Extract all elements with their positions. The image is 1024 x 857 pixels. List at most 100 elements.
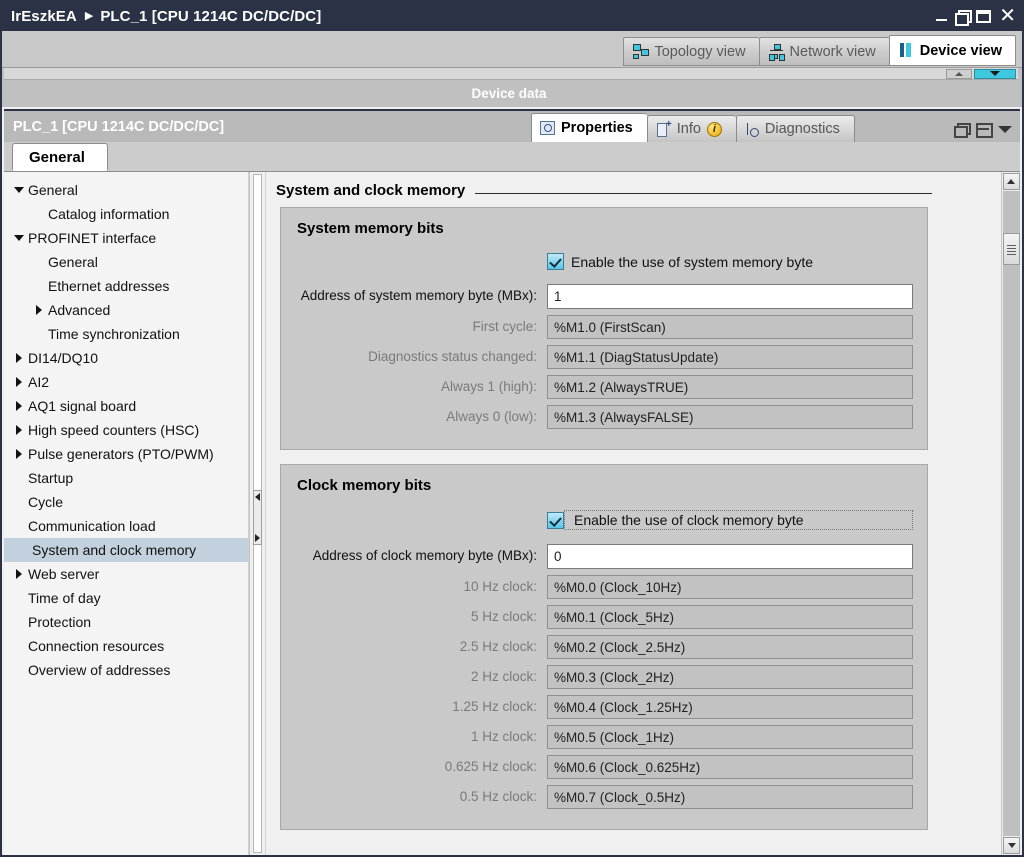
caret-down-icon [990,71,1000,76]
pane-chevron-down-icon[interactable] [998,125,1012,133]
clock-memory-bit-value: %M0.6 (Clock_0.625Hz) [547,755,913,779]
system-memory-bit-row: Always 1 (high): %M1.2 (AlwaysTRUE) [297,375,913,399]
system-memory-bit-value: %M1.0 (FirstScan) [547,315,913,339]
minimize-button[interactable] [935,10,948,23]
sidebar-item-label: Advanced [48,302,111,318]
sidebar-item-profinet-interface[interactable]: PROFINET interface [4,226,248,250]
navigation-tree[interactable]: General Catalog information PROFINET inter… [4,172,249,855]
system-memory-address-input[interactable]: 1 [547,284,913,309]
enable-system-memory-checkbox[interactable] [547,253,564,270]
pane-restore-icon[interactable] [954,123,971,138]
arrow-left-icon[interactable] [255,493,260,501]
sidebar-item-label: System and clock memory [28,541,201,559]
twisty-expanded-icon[interactable] [10,235,28,241]
scrollbar-track[interactable] [1003,191,1020,836]
pane-split-icon[interactable] [976,123,993,138]
clock-memory-bit-row: 0.5 Hz clock: %M0.7 (Clock_0.5Hz) [297,785,913,809]
expand-down-button[interactable] [974,68,1016,79]
sidebar-item-pulse-generators-pto-pwm[interactable]: Pulse generators (PTO/PWM) [4,442,248,466]
twisty-collapsed-icon[interactable] [10,353,28,363]
restore-button[interactable] [955,10,973,26]
tab-network-view[interactable]: Network view [758,37,889,66]
topology-icon [633,44,650,59]
sidebar-item-general[interactable]: General [4,250,248,274]
sidebar-item-time-of-day[interactable]: Time of day [4,586,248,610]
clock-memory-address-input[interactable]: 0 [547,544,913,569]
system-memory-bits-group: System memory bits Enable the use of sys… [280,207,928,450]
maximize-button[interactable] [976,10,992,23]
sidebar-item-system-and-clock-memory[interactable]: System and clock memory [4,538,248,562]
clock-memory-bit-rows: 10 Hz clock: %M0.0 (Clock_10Hz) 5 Hz clock… [297,575,913,809]
tab-device-view[interactable]: Device view [888,35,1016,66]
clock-memory-bit-row: 0.625 Hz clock: %M0.6 (Clock_0.625Hz) [297,755,913,779]
tab-diagnostics[interactable]: Diagnostics [735,115,855,142]
clock-memory-bit-row: 5 Hz clock: %M0.1 (Clock_5Hz) [297,605,913,629]
clock-memory-bit-label: 0.625 Hz clock: [444,758,537,774]
enable-clock-memory-focus-ring: Enable the use of clock memory byte [564,510,913,530]
properties-object-title: PLC_1 [CPU 1214C DC/DC/DC] [13,119,225,135]
device-data-splitter[interactable] [4,68,1018,80]
arrow-right-icon[interactable] [255,534,260,542]
sidebar-item-high-speed-counters-hsc[interactable]: High speed counters (HSC) [4,418,248,442]
window-controls: ✕ [935,2,1016,31]
tab-general[interactable]: General [12,143,108,171]
sidebar-item-web-server[interactable]: Web server [4,562,248,586]
scroll-down-button[interactable] [1003,837,1020,854]
clock-memory-bit-label: 5 Hz clock: [470,608,537,624]
clock-memory-bit-value: %M0.5 (Clock_1Hz) [547,725,913,749]
sidebar-item-ai2[interactable]: AI2 [4,370,248,394]
sidebar-item-ethernet-addresses[interactable]: Ethernet addresses [4,274,248,298]
sidebar-item-label: DI14/DQ10 [28,350,99,366]
twisty-collapsed-icon[interactable] [10,449,28,459]
sidebar-item-overview-of-addresses[interactable]: Overview of addresses [4,658,248,682]
sidebar-item-startup[interactable]: Startup [4,466,248,490]
page-title: System and clock memory [276,182,466,199]
sidebar-item-catalog-information[interactable]: Catalog information [4,202,248,226]
clock-memory-bit-label: 1.25 Hz clock: [452,698,537,714]
tab-topology-view[interactable]: Topology view [623,37,759,66]
tab-network-view-label: Network view [789,43,876,60]
sidebar-item-general[interactable]: General [4,178,248,202]
system-memory-address-label: Address of system memory byte (MBx): [300,288,537,304]
twisty-collapsed-icon[interactable] [10,569,28,579]
tia-portal-window: IrEszkEA ▶ PLC_1 [CPU 1214C DC/DC/DC] ✕ … [0,0,1024,857]
scroll-up-button[interactable] [1002,173,1020,190]
content-scrollbar[interactable] [1001,172,1020,855]
system-memory-bits-title: System memory bits [297,220,444,237]
twisty-collapsed-icon[interactable] [10,425,28,435]
twisty-collapsed-icon[interactable] [30,305,48,315]
sidebar-item-label: AQ1 signal board [28,398,137,414]
sidebar-item-label: Cycle [28,494,64,510]
sidebar-item-aq1-signal-board[interactable]: AQ1 signal board [4,394,248,418]
system-memory-bit-value: %M1.2 (AlwaysTRUE) [547,375,913,399]
tab-properties[interactable]: Properties [531,113,647,142]
twisty-collapsed-icon[interactable] [10,401,28,411]
system-memory-bit-row: Always 0 (low): %M1.3 (AlwaysFALSE) [297,405,913,429]
collapse-up-button[interactable] [946,68,972,79]
system-memory-bit-label: Always 0 (low): [446,408,537,424]
scrollbar-thumb[interactable] [1003,233,1020,265]
sidebar-item-label: Catalog information [48,206,170,222]
sidebar-item-advanced[interactable]: Advanced [4,298,248,322]
sidebar-item-protection[interactable]: Protection [4,610,248,634]
twisty-expanded-icon[interactable] [10,187,28,193]
system-memory-address-row: Address of system memory byte (MBx): 1 [297,284,913,309]
splitter-handle[interactable] [253,490,262,545]
sidebar-item-communication-load[interactable]: Communication load [4,514,248,538]
breadcrumb-leaf[interactable]: PLC_1 [CPU 1214C DC/DC/DC] [100,8,321,25]
tab-general-label: General [29,148,85,166]
breadcrumb-root[interactable]: IrEszkEA [2,8,77,25]
sidebar-item-time-synchronization[interactable]: Time synchronization [4,322,248,346]
close-button[interactable]: ✕ [999,6,1016,26]
clock-memory-bit-value: %M0.2 (Clock_2.5Hz) [547,635,913,659]
sidebar-item-di14-dq10[interactable]: DI14/DQ10 [4,346,248,370]
sidebar-item-cycle[interactable]: Cycle [4,490,248,514]
sidebar-item-label: Startup [28,470,74,486]
clock-memory-bit-row: 2.5 Hz clock: %M0.2 (Clock_2.5Hz) [297,635,913,659]
enable-clock-memory-checkbox[interactable] [547,511,564,529]
pane-splitter[interactable] [249,172,265,855]
tab-info[interactable]: Info i [646,115,736,142]
sidebar-item-connection-resources[interactable]: Connection resources [4,634,248,658]
clock-memory-bit-row: 1.25 Hz clock: %M0.4 (Clock_1.25Hz) [297,695,913,719]
twisty-collapsed-icon[interactable] [10,377,28,387]
